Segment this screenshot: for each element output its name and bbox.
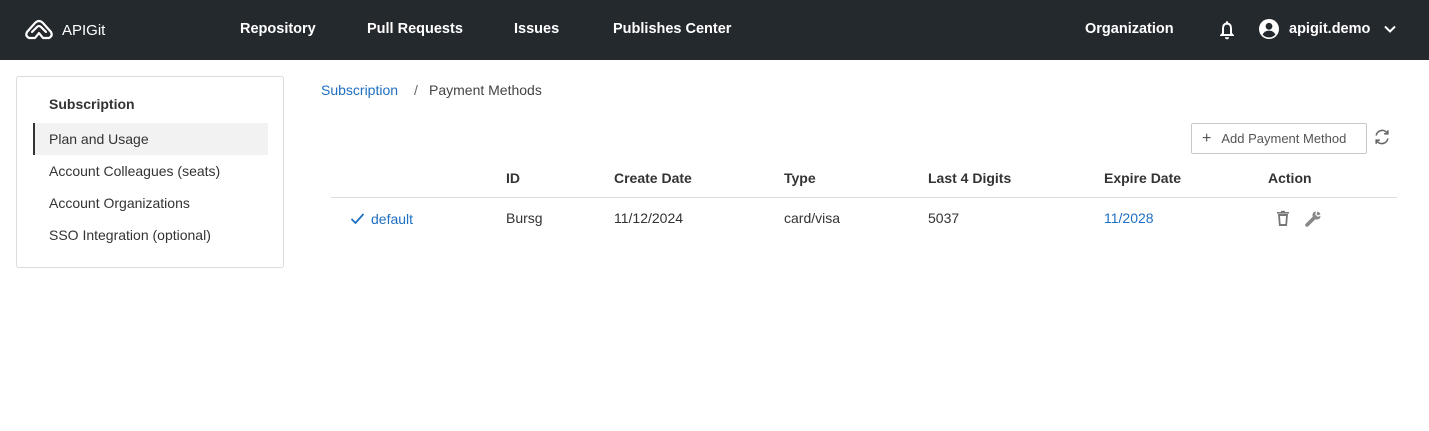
sidebar-item-sso-integration[interactable]: SSO Integration (optional) xyxy=(33,219,268,251)
check-icon xyxy=(350,213,365,225)
column-header-action: Action xyxy=(1268,170,1312,186)
sidebar-item-plan-and-usage[interactable]: Plan and Usage xyxy=(33,123,268,155)
nav-organization[interactable]: Organization xyxy=(1085,21,1174,37)
delete-icon[interactable] xyxy=(1273,209,1293,229)
nav-pull-requests[interactable]: Pull Requests xyxy=(367,21,463,37)
nav-issues[interactable]: Issues xyxy=(514,21,559,37)
app-name: APIGit xyxy=(62,21,106,39)
cell-create-date: 11/12/2024 xyxy=(614,210,684,226)
breadcrumb-current: Payment Methods xyxy=(429,82,542,98)
user-menu[interactable]: apigit.demo xyxy=(1258,18,1398,40)
sidebar-title: Subscription xyxy=(49,96,135,112)
chevron-down-icon xyxy=(1384,25,1397,33)
column-header-type: Type xyxy=(784,170,816,186)
refresh-icon[interactable] xyxy=(1373,128,1391,146)
cell-expire-date[interactable]: 11/2028 xyxy=(1104,210,1154,226)
breadcrumb-separator: / xyxy=(414,82,418,98)
default-indicator[interactable]: default xyxy=(349,210,413,227)
top-navbar: APIGit Repository Pull Requests Issues P… xyxy=(0,0,1429,60)
column-header-last-4-digits: Last 4 Digits xyxy=(928,170,1012,186)
plus-icon: + xyxy=(1202,129,1212,147)
nav-publishes-center[interactable]: Publishes Center xyxy=(613,21,731,37)
apigit-logo-icon xyxy=(25,19,53,40)
sidebar-item-account-organizations[interactable]: Account Organizations xyxy=(33,187,268,219)
notification-bell-icon[interactable] xyxy=(1217,19,1237,41)
subscription-sidebar: Subscription Plan and Usage Account Coll… xyxy=(16,76,284,268)
app-logo[interactable]: APIGit xyxy=(24,18,105,42)
username-label: apigit.demo xyxy=(1289,21,1371,37)
breadcrumb-subscription[interactable]: Subscription xyxy=(321,82,398,98)
cell-type: card/visa xyxy=(784,210,841,226)
nav-repository[interactable]: Repository xyxy=(240,21,316,37)
column-header-create-date: Create Date xyxy=(614,170,692,186)
sidebar-item-account-colleagues[interactable]: Account Colleagues (seats) xyxy=(33,155,268,187)
cell-id: Bursg xyxy=(506,210,543,226)
add-payment-method-label: Add Payment Method xyxy=(1221,131,1347,146)
wrench-icon[interactable] xyxy=(1303,209,1323,229)
column-header-id: ID xyxy=(506,170,520,186)
account-circle-icon xyxy=(1259,19,1279,39)
cell-last-4-digits: 5037 xyxy=(928,210,960,226)
table-header-divider xyxy=(331,197,1397,198)
add-payment-method-button[interactable]: + Add Payment Method xyxy=(1191,123,1367,154)
default-label: default xyxy=(371,210,414,227)
column-header-expire-date: Expire Date xyxy=(1104,170,1182,186)
